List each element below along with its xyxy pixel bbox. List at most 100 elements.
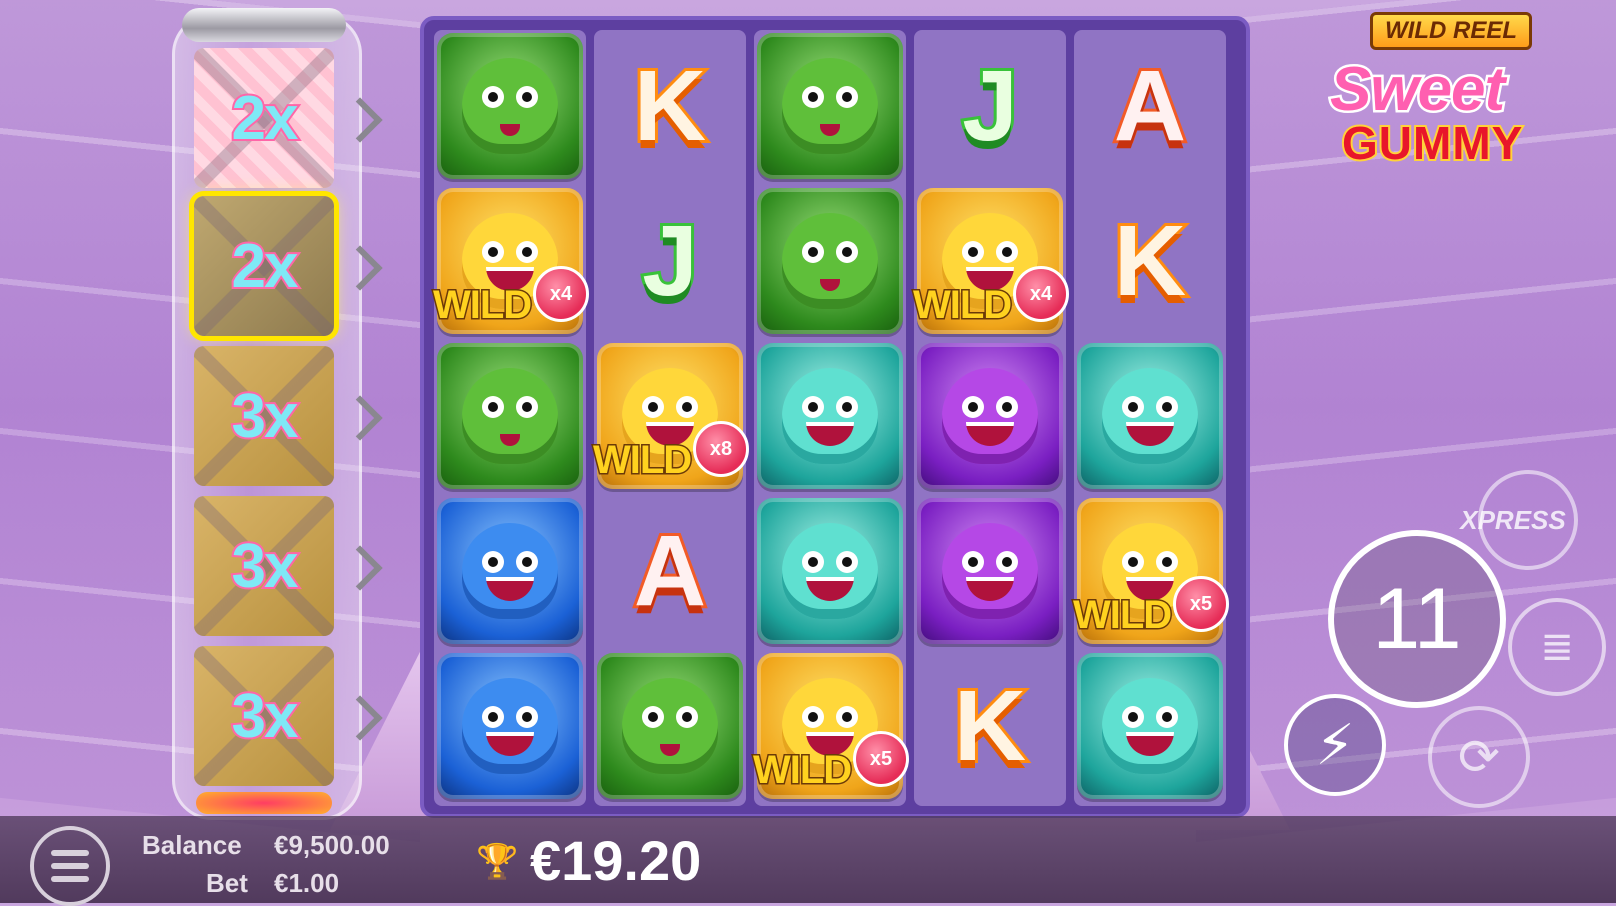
green-gremlin-icon <box>757 33 903 179</box>
teal-monster-icon <box>1077 343 1223 489</box>
reel-symbol: K <box>594 30 746 182</box>
monster-eye <box>482 706 504 728</box>
monster-eye <box>836 86 858 108</box>
multiplier-tube-cap <box>182 8 346 42</box>
multiplier-value: 3x <box>230 680 301 753</box>
purple-monster-icon <box>917 498 1063 644</box>
monster-eye <box>836 551 858 573</box>
monster-eye <box>516 551 538 573</box>
letter-symbol-a: A <box>1111 50 1189 162</box>
monster-body <box>942 368 1038 464</box>
monster-body <box>462 58 558 154</box>
green-gremlin-icon <box>597 653 743 799</box>
monster-body <box>462 368 558 464</box>
turbo-button[interactable]: ⚡ <box>1284 694 1386 796</box>
monster-eye <box>802 706 824 728</box>
monster-mouth <box>966 422 1014 446</box>
monster-eye <box>642 396 664 418</box>
wild-multiplier-badge: x5 <box>1173 576 1229 632</box>
reel-symbol: WILD x4 <box>911 185 1069 337</box>
monster-eye <box>482 86 504 108</box>
monster-eye <box>482 551 504 573</box>
monster-mouth <box>660 744 680 756</box>
monster-body <box>462 678 558 774</box>
reel-column: J WILD x4 K <box>911 30 1069 806</box>
monster-eye <box>676 706 698 728</box>
monster-eye <box>836 241 858 263</box>
multiplier-value: 2x <box>230 82 301 155</box>
monster-mouth <box>1126 732 1174 756</box>
multiplier-cell: 2x <box>189 191 339 341</box>
bet-settings-button[interactable]: ≣ <box>1508 598 1606 696</box>
letter-symbol-k: K <box>631 50 709 162</box>
menu-button[interactable] <box>30 826 110 906</box>
reel-symbol <box>1074 340 1226 492</box>
bet-value: €1.00 <box>274 868 340 898</box>
bet-label: Bet <box>206 868 248 898</box>
reel-symbol: WILD x4 <box>431 185 589 337</box>
teal-monster-icon <box>1077 653 1223 799</box>
wild-multiplier-badge: x4 <box>533 266 589 322</box>
monster-body <box>782 58 878 154</box>
reel-symbol: WILD x8 <box>591 340 749 492</box>
trophy-icon: 🏆 <box>476 842 519 882</box>
monster-eye <box>642 706 664 728</box>
monster-eye <box>482 396 504 418</box>
wild-multiplier-badge: x8 <box>693 421 749 477</box>
spin-button[interactable]: 11 <box>1328 530 1506 708</box>
reel-symbol: K <box>914 650 1066 802</box>
teal-monster-icon <box>757 498 903 644</box>
reel-symbol: WILD x5 <box>1071 495 1229 647</box>
monster-eye <box>802 86 824 108</box>
reel-symbol <box>754 30 906 182</box>
blue-monster-icon <box>437 498 583 644</box>
monster-body <box>1102 678 1198 774</box>
multiplier-value: 2x <box>230 230 301 303</box>
reel-column: K J WILD x8 A <box>591 30 749 806</box>
monster-eye <box>996 396 1018 418</box>
lightning-icon: ⚡ <box>1315 712 1355 778</box>
logo-sweet: Sweet <box>1327 53 1507 127</box>
reel-symbol: A <box>1074 30 1226 182</box>
monster-eye <box>836 396 858 418</box>
multiplier-value: 3x <box>230 380 301 453</box>
reel-grid: WILD x4 K J WILD x8 A WILD x5 J WILD x4 K A K WILD x5 <box>420 16 1250 818</box>
monster-eye <box>962 551 984 573</box>
monster-body <box>622 678 718 774</box>
wild-label: WILD <box>1071 592 1173 639</box>
yellow-wild-icon: WILD x8 <box>591 343 749 489</box>
monster-mouth <box>486 577 534 601</box>
logo-gummy: GUMMY <box>1340 115 1524 171</box>
monster-body <box>782 368 878 464</box>
reel-symbol <box>594 650 746 802</box>
wild-label: WILD <box>751 747 853 794</box>
logo-wild-reel: WILD REEL <box>1370 12 1532 50</box>
multiplier-cell: 3x <box>194 346 334 486</box>
reel-column: WILD x4 <box>431 30 589 806</box>
monster-eye <box>802 396 824 418</box>
monster-body <box>782 213 878 309</box>
monster-mouth <box>806 422 854 446</box>
reel-column: WILD x5 <box>751 30 909 806</box>
win-amount: €19.20 <box>530 829 702 892</box>
yellow-wild-icon: WILD x4 <box>911 188 1069 334</box>
reel-symbol: A <box>594 495 746 647</box>
reel-symbol <box>914 340 1066 492</box>
hamburger-menu-icon <box>51 850 89 856</box>
wild-label: WILD <box>911 282 1013 329</box>
reel-symbol <box>434 30 586 182</box>
monster-eye <box>802 241 824 263</box>
xpress-button[interactable]: XPRESS <box>1460 470 1578 570</box>
reel-symbol <box>914 495 1066 647</box>
yellow-wild-icon: WILD x5 <box>1071 498 1229 644</box>
reel-symbol: K <box>1074 185 1226 337</box>
autoplay-button[interactable]: ⟳ <box>1428 706 1530 808</box>
reel-symbol <box>754 185 906 337</box>
monster-eye <box>516 241 538 263</box>
monster-eye <box>1156 706 1178 728</box>
green-gremlin-icon <box>757 188 903 334</box>
monster-eye <box>996 551 1018 573</box>
monster-eye <box>1122 706 1144 728</box>
monster-eye <box>482 241 504 263</box>
reel-symbol <box>754 340 906 492</box>
